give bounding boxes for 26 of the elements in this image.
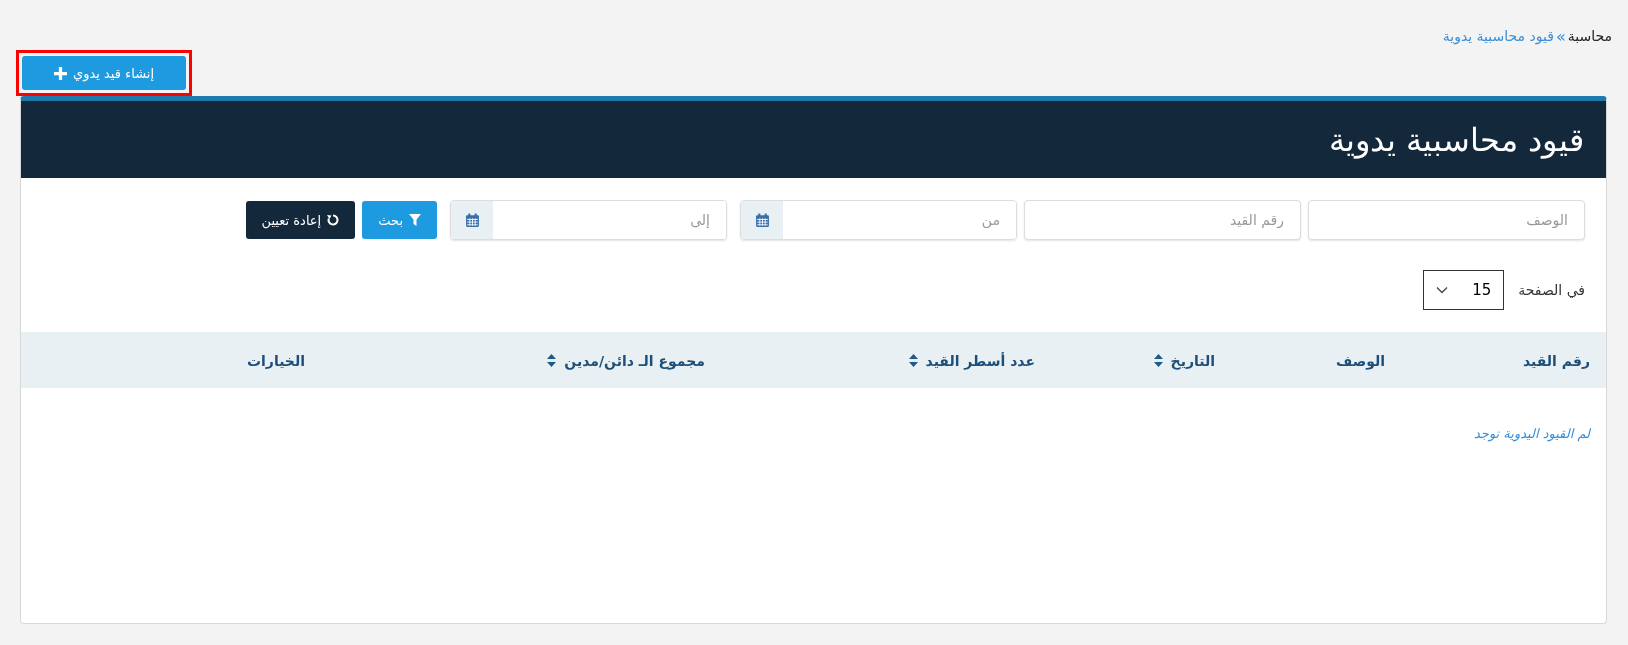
sortable-column-header[interactable]: التاريخ — [1153, 352, 1215, 369]
plus-icon — [54, 66, 67, 80]
breadcrumb-item: محاسبة — [1567, 28, 1612, 44]
input-field[interactable]: الوصف — [1308, 200, 1585, 240]
column-header: الخيارات — [246, 352, 305, 369]
input-field[interactable]: رقم القيد — [1024, 200, 1301, 240]
calendar-icon — [754, 212, 770, 228]
panel-title: قيود محاسبية يدوية — [1328, 120, 1584, 159]
calendar-icon — [464, 212, 480, 228]
sort-icon — [547, 354, 557, 367]
sortable-column-header[interactable]: مجموع الـ دائن/مدين — [547, 352, 705, 369]
column-header: الوصف — [1335, 352, 1385, 369]
filter-icon — [409, 214, 421, 226]
breadcrumb-separator: » — [1555, 26, 1566, 46]
reset-button[interactable]: إعادة تعيين — [245, 201, 356, 239]
chevron-down-icon — [1436, 286, 1449, 294]
page-size-select[interactable]: 15 — [1423, 270, 1505, 310]
page-size-label: في الصفحة — [1518, 282, 1585, 298]
sort-icon — [908, 354, 918, 367]
sortable-column-header[interactable]: عدد أسطر القيد — [908, 352, 1035, 369]
date-field[interactable]: من — [740, 200, 1017, 240]
refresh-icon — [327, 214, 340, 226]
sort-icon — [1153, 354, 1163, 367]
column-header: رقم القيد — [1523, 352, 1590, 369]
date-field[interactable]: إلى — [450, 200, 727, 240]
empty-message: لم القيود اليدوية توجد — [1474, 426, 1590, 441]
